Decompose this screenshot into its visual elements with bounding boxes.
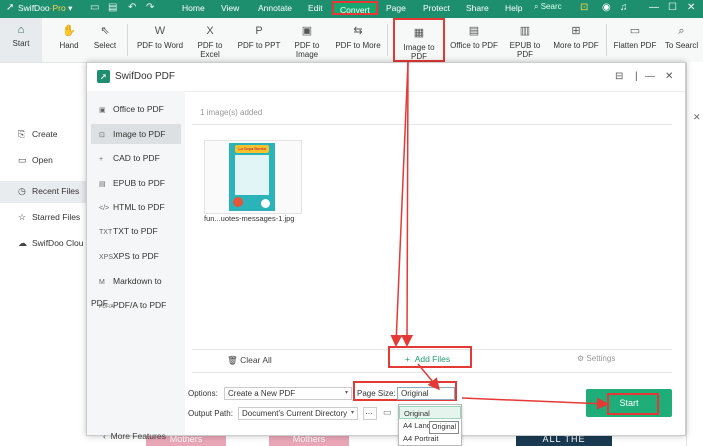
arrow-to-add-files [401,61,414,347]
arrow-to-page-size [417,363,440,391]
arrow-to-start [461,397,609,410]
annotation-arrows [390,61,609,410]
arrow-to-add-files-2 [390,61,409,347]
